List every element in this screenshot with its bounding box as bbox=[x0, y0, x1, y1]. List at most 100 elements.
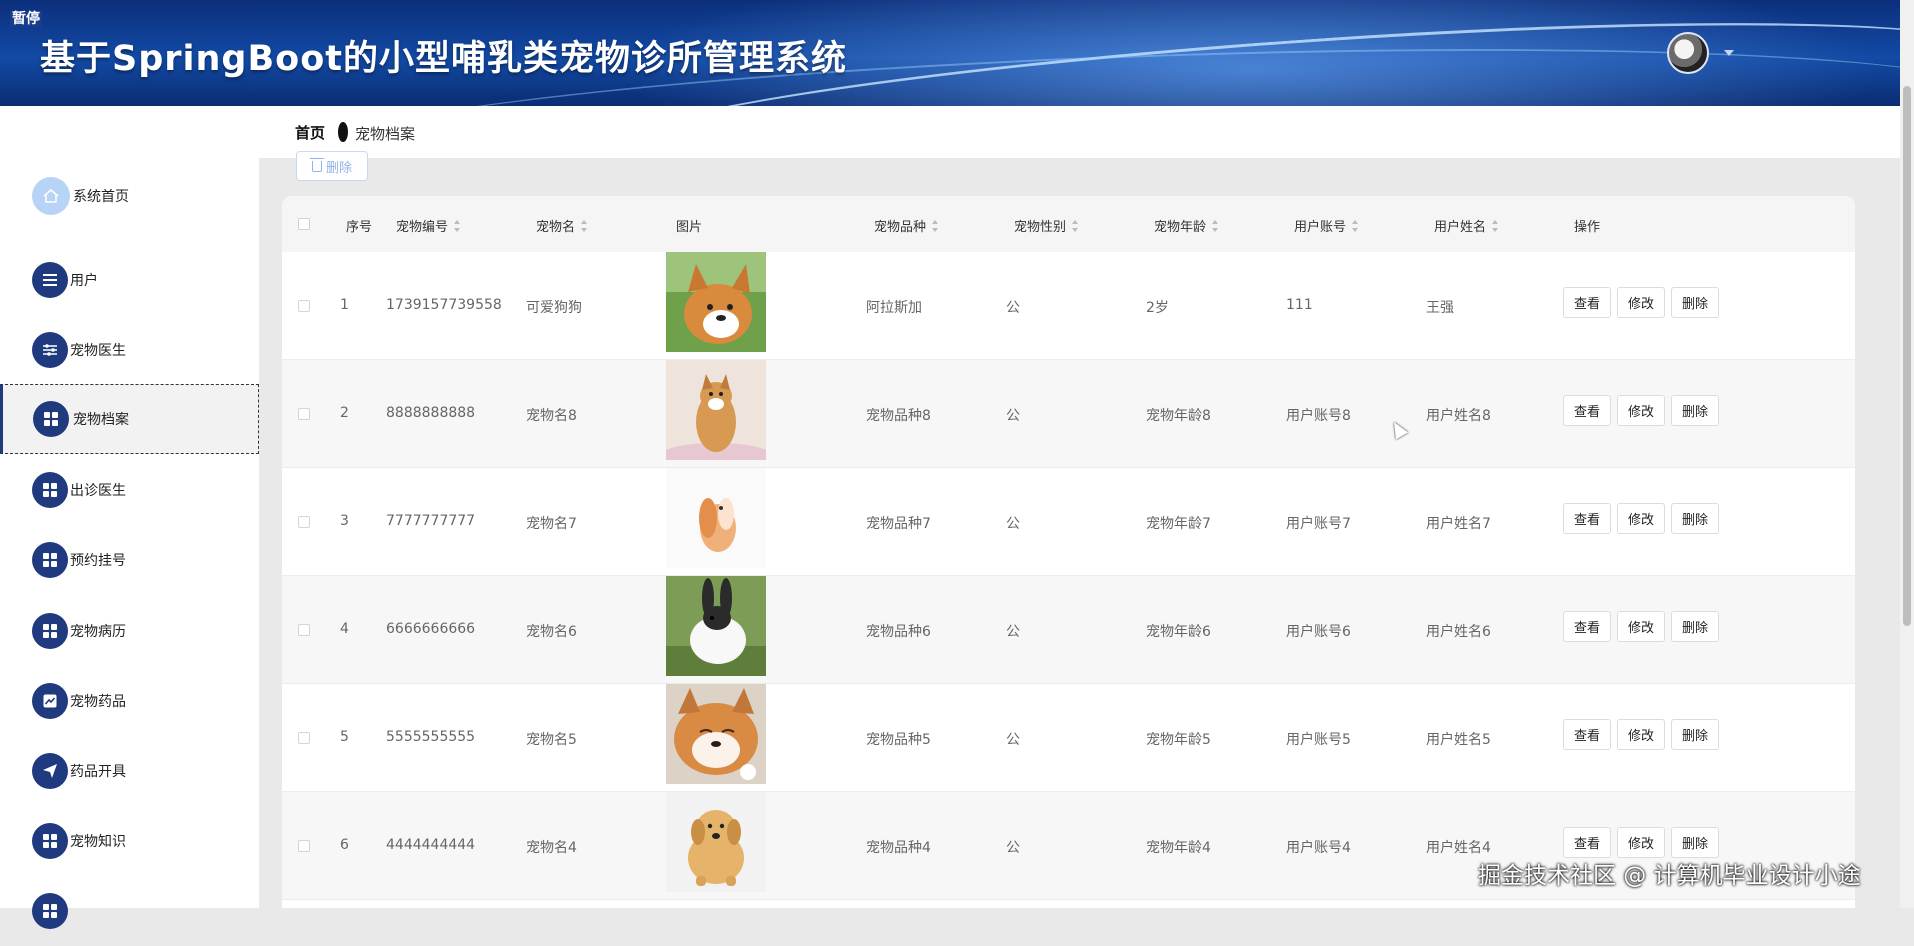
row-checkbox[interactable] bbox=[298, 408, 310, 420]
view-button[interactable]: 查看 bbox=[1563, 287, 1612, 318]
delete-button[interactable]: 删除 bbox=[1671, 611, 1720, 642]
send-icon bbox=[32, 753, 68, 789]
sliders-icon bbox=[32, 332, 68, 368]
pet-photo[interactable] bbox=[666, 684, 766, 784]
view-button[interactable]: 查看 bbox=[1563, 827, 1612, 858]
cell-age: 2岁 bbox=[1146, 300, 1169, 316]
delete-button[interactable]: 删除 bbox=[1671, 395, 1720, 426]
view-button[interactable]: 查看 bbox=[1563, 611, 1612, 642]
cell-account: 用户账号5 bbox=[1286, 732, 1351, 748]
sidebar-item-medical-records[interactable]: 宠物病历 bbox=[0, 596, 259, 666]
cell-owner: 用户姓名5 bbox=[1426, 732, 1491, 748]
sidebar-item-home[interactable]: 系统首页 bbox=[0, 161, 259, 231]
sidebar-item-pet-records[interactable]: 宠物档案 bbox=[0, 384, 259, 454]
column-header-age[interactable]: 宠物年龄 bbox=[1154, 216, 1219, 235]
view-button[interactable]: 查看 bbox=[1563, 395, 1612, 426]
view-button[interactable]: 查看 bbox=[1563, 719, 1612, 750]
row-checkbox[interactable] bbox=[298, 624, 310, 636]
sidebar-item-pet-knowledge[interactable]: 宠物知识 bbox=[0, 806, 259, 876]
edit-button[interactable]: 修改 bbox=[1617, 287, 1666, 318]
delete-button[interactable]: 删除 bbox=[1671, 719, 1720, 750]
cell-breed: 宠物品种7 bbox=[866, 516, 931, 532]
table-row[interactable]: 5 5555555555 宠物名5 宠物品种5 公宠物年龄5 用户账号5 用户姓名5 查看 修改… bbox=[282, 684, 1855, 792]
cell-pet-no: 1739157739558 bbox=[386, 297, 502, 313]
pet-photo[interactable] bbox=[666, 576, 766, 676]
edit-button[interactable]: 修改 bbox=[1617, 503, 1666, 534]
grid-icon bbox=[32, 472, 68, 508]
pet-photo[interactable] bbox=[666, 252, 766, 352]
sidebar-item-label: 用户 bbox=[70, 273, 98, 289]
column-header-pet-name[interactable]: 宠物名 bbox=[536, 216, 588, 235]
cell-gender: 公 bbox=[1006, 516, 1020, 532]
sidebar-item-medicines[interactable]: 宠物药品 bbox=[0, 666, 259, 736]
delete-button[interactable]: 删除 bbox=[1671, 503, 1720, 534]
sidebar-item-label: 宠物档案 bbox=[73, 412, 129, 428]
column-header-account[interactable]: 用户账号 bbox=[1294, 216, 1359, 235]
column-header-pet-no[interactable]: 宠物编号 bbox=[396, 216, 461, 235]
pet-photo[interactable] bbox=[666, 360, 766, 460]
breadcrumb-home[interactable]: 首页 bbox=[295, 122, 325, 143]
column-header-gender[interactable]: 宠物性别 bbox=[1014, 216, 1079, 235]
sort-icon[interactable] bbox=[1072, 219, 1079, 232]
cell-gender: 公 bbox=[1006, 840, 1020, 856]
table-row[interactable]: 1 1739157739558 可爱狗狗 阿拉斯加 公 2岁 111 王强 查看 修改 删除 bbox=[282, 252, 1855, 360]
sidebar-item-visiting-doctors[interactable]: 出诊医生 bbox=[0, 455, 259, 525]
cell-index: 2 bbox=[340, 405, 349, 421]
sidebar-item-label: 药品开具 bbox=[70, 764, 126, 780]
cell-age: 宠物年龄7 bbox=[1146, 516, 1211, 532]
pet-photo[interactable] bbox=[666, 792, 766, 892]
row-checkbox[interactable] bbox=[298, 840, 310, 852]
column-header-breed[interactable]: 宠物品种 bbox=[874, 216, 939, 235]
page-scrollbar[interactable] bbox=[1900, 0, 1914, 908]
cell-pet-no: 7777777777 bbox=[386, 513, 476, 529]
table-row[interactable]: 3 7777777777 宠物名7 宠物品种7 公 宠物年龄7 用户账号7 用户姓名7 查看 修改… bbox=[282, 468, 1855, 576]
sidebar-item-prescriptions[interactable]: 药品开具 bbox=[0, 736, 259, 806]
cell-index: 6 bbox=[340, 837, 349, 853]
sidebar-item-pet-doctors[interactable]: 宠物医生 bbox=[0, 315, 259, 385]
breadcrumb-separator-icon bbox=[338, 122, 348, 142]
pet-photo[interactable] bbox=[666, 468, 766, 568]
cell-age: 宠物年龄5 bbox=[1146, 732, 1211, 748]
cell-index: 5 bbox=[340, 729, 349, 745]
sort-icon[interactable] bbox=[1492, 219, 1499, 232]
delete-button[interactable]: 删除 bbox=[1671, 827, 1720, 858]
home-icon bbox=[32, 177, 70, 215]
sidebar-item-label: 宠物药品 bbox=[70, 694, 126, 710]
column-header-owner[interactable]: 用户姓名 bbox=[1434, 216, 1499, 235]
sort-icon[interactable] bbox=[1212, 219, 1219, 232]
chart-icon bbox=[32, 683, 68, 719]
cell-breed: 宠物品种8 bbox=[866, 408, 931, 424]
delete-button[interactable]: 删除 bbox=[1671, 287, 1720, 318]
grid-icon bbox=[33, 401, 69, 437]
sort-icon[interactable] bbox=[932, 219, 939, 232]
sort-icon[interactable] bbox=[454, 219, 461, 232]
sort-icon[interactable] bbox=[581, 219, 588, 232]
scrollbar-thumb[interactable] bbox=[1903, 86, 1911, 626]
sort-icon[interactable] bbox=[1352, 219, 1359, 232]
cell-owner: 王强 bbox=[1426, 300, 1454, 316]
pet-records-table: 序号 宠物编号 宠物名 图片 宠物品种 宠物性别 宠物年龄 用户账号 用户姓名 … bbox=[282, 196, 1855, 908]
row-checkbox[interactable] bbox=[298, 300, 310, 312]
cell-owner: 用户姓名7 bbox=[1426, 516, 1491, 532]
sidebar-item-label: 出诊医生 bbox=[70, 483, 126, 499]
sidebar-item-partial[interactable] bbox=[0, 876, 259, 946]
edit-button[interactable]: 修改 bbox=[1617, 719, 1666, 750]
edit-button[interactable]: 修改 bbox=[1617, 611, 1666, 642]
edit-button[interactable]: 修改 bbox=[1617, 395, 1666, 426]
chevron-down-icon[interactable] bbox=[1724, 50, 1734, 56]
user-avatar[interactable] bbox=[1667, 32, 1709, 74]
cell-account: 用户账号8 bbox=[1286, 408, 1351, 424]
edit-button[interactable]: 修改 bbox=[1617, 827, 1666, 858]
sidebar-item-label: 预约挂号 bbox=[70, 553, 126, 569]
batch-delete-button[interactable]: 删除 bbox=[296, 151, 368, 181]
view-button[interactable]: 查看 bbox=[1563, 503, 1612, 534]
table-row[interactable]: 4 6666666666 宠物名6 宠物品种6 公 宠物年龄6 用户账号6 用户姓名6 查看 修改… bbox=[282, 576, 1855, 684]
cell-pet-name: 宠物名4 bbox=[526, 840, 577, 856]
sidebar-item-appointments[interactable]: 预约挂号 bbox=[0, 525, 259, 595]
table-row[interactable]: 2 8888888888 宠物名8 宠物品种8 公 宠物年龄8 用户账号8 用户姓名8 查看 修改… bbox=[282, 360, 1855, 468]
row-checkbox[interactable] bbox=[298, 732, 310, 744]
cell-pet-no: 5555555555 bbox=[386, 729, 476, 745]
row-checkbox[interactable] bbox=[298, 516, 310, 528]
sidebar-item-users[interactable]: 用户 bbox=[0, 245, 259, 315]
select-all-checkbox[interactable] bbox=[298, 218, 310, 230]
